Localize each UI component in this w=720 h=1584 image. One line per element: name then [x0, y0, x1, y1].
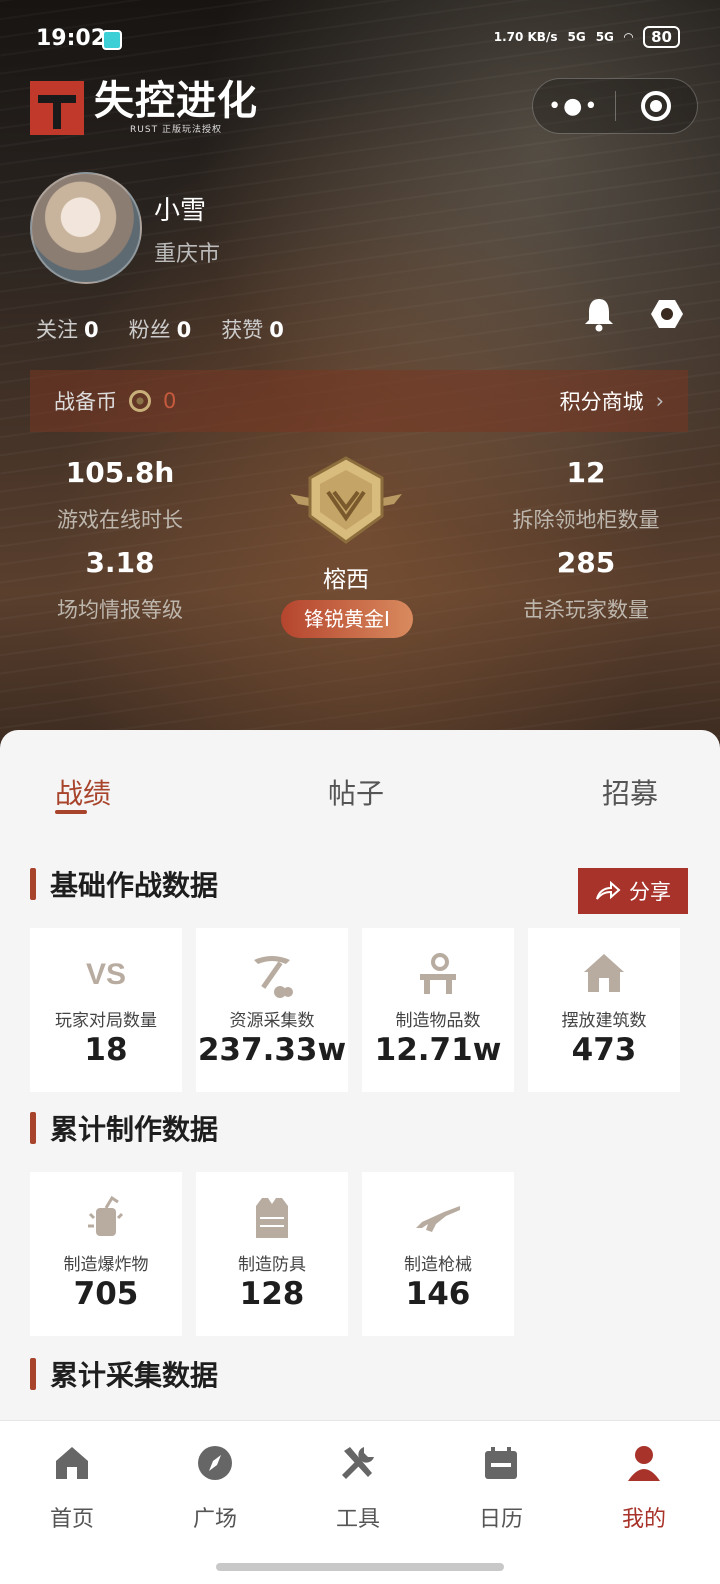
- intel-level-value: 3.18: [85, 546, 155, 579]
- share-icon: [596, 881, 621, 900]
- rank-badge: 锋锐黄金I: [281, 600, 413, 638]
- tab-record[interactable]: 战绩: [55, 772, 111, 812]
- nav-mine[interactable]: 我的: [594, 1443, 694, 1533]
- nav-square[interactable]: 广场: [165, 1443, 265, 1533]
- home-icon: [56, 1447, 88, 1479]
- avatar[interactable]: [30, 172, 142, 284]
- user-name: 小雪: [154, 196, 207, 226]
- tools-icon: [342, 1447, 374, 1479]
- coin-label: 战备币: [54, 390, 117, 414]
- players-killed-label: 击杀玩家数量: [523, 598, 649, 622]
- tab-active-indicator: [55, 810, 87, 814]
- likes-count[interactable]: 获赞 0: [221, 314, 284, 344]
- online-hours-value: 105.8h: [65, 456, 175, 489]
- close-miniprogram-icon[interactable]: [616, 91, 698, 121]
- tab-recruit[interactable]: 招募: [602, 772, 658, 812]
- house-icon: [584, 954, 624, 992]
- signal-2: 5G: [595, 30, 614, 44]
- chevron-right-icon: ›: [655, 389, 664, 413]
- user-city: 重庆市: [154, 242, 221, 267]
- nav-home[interactable]: 首页: [22, 1443, 122, 1533]
- coin-icon: [129, 390, 151, 412]
- following-count[interactable]: 关注 0: [36, 314, 99, 344]
- player-region: 榕西: [323, 567, 369, 593]
- signal-1: 5G: [567, 30, 586, 44]
- app-logo: 失控进化 RUST 正版玩法授权: [30, 80, 258, 135]
- coin-bar: 战备币 0 积分商城 ›: [30, 370, 688, 432]
- home-indicator[interactable]: [216, 1563, 504, 1571]
- logo-title: 失控进化: [94, 78, 258, 124]
- status-indicators: 1.70 KB/s 5G 5G ◠ 80: [494, 26, 680, 48]
- bell-icon[interactable]: [582, 296, 616, 332]
- points-shop-link[interactable]: 积分商城 ›: [560, 386, 664, 416]
- status-time: 19:02: [36, 26, 107, 51]
- battery-icon: 80: [643, 26, 680, 48]
- stat-card-guns[interactable]: 制造枪械 146: [362, 1172, 514, 1336]
- rank-badge-icon[interactable]: [290, 456, 402, 546]
- fans-count[interactable]: 粉丝 0: [129, 314, 192, 344]
- vs-icon: VS: [86, 958, 126, 991]
- stat-card-armor[interactable]: 制造防具 128: [196, 1172, 348, 1336]
- net-speed: 1.70 KB/s: [493, 30, 558, 44]
- bottom-nav: 首页 广场 工具 日历 我的: [0, 1420, 720, 1584]
- stat-card-explosives[interactable]: 制造爆炸物 705: [30, 1172, 182, 1336]
- crafting-icon: [420, 953, 456, 994]
- nav-calendar[interactable]: 日历: [451, 1443, 551, 1533]
- social-counts: 关注 0 粉丝 0 获赞 0: [36, 314, 284, 344]
- profile-tabs: 战绩 帖子 招募: [0, 772, 720, 822]
- stat-card-buildings[interactable]: 摆放建筑数 473: [528, 928, 680, 1092]
- calendar-icon: [485, 1447, 517, 1479]
- players-killed-value: 285: [556, 546, 616, 579]
- cabinets-removed-value: 12: [566, 456, 606, 489]
- rifle-icon: [416, 1206, 460, 1232]
- wifi-icon: ◠: [623, 30, 634, 44]
- cabinets-removed-label: 拆除领地柜数量: [512, 508, 660, 532]
- settings-hex-icon[interactable]: [650, 298, 684, 330]
- section-title-craft: 累计制作数据: [30, 1108, 218, 1148]
- armor-vest-icon: [256, 1198, 288, 1238]
- share-button[interactable]: 分享: [578, 868, 688, 914]
- coin-value: 0: [163, 389, 177, 413]
- explosive-icon: [88, 1195, 124, 1236]
- svg-text:VS: VS: [86, 958, 126, 991]
- intel-level-label: 场均情报等级: [57, 598, 183, 622]
- compass-icon: [198, 1446, 232, 1480]
- section-title-gather: 累计采集数据: [30, 1354, 218, 1394]
- app-notification-icon: [102, 30, 122, 50]
- miniprogram-capsule: •●•: [532, 78, 698, 134]
- pickaxe-icon: [254, 956, 293, 998]
- online-hours-label: 游戏在线时长: [57, 508, 183, 532]
- more-dots-icon[interactable]: •●•: [533, 94, 615, 119]
- content-sheet: 战绩 帖子 招募 基础作战数据 分享 VS 玩家对局数量 18 资源采集数 23…: [0, 730, 720, 1422]
- logo-mark-icon: [30, 80, 84, 135]
- stat-card-resources[interactable]: 资源采集数 237.33w: [196, 928, 348, 1092]
- profile-icon: [628, 1446, 660, 1481]
- tab-posts[interactable]: 帖子: [328, 772, 384, 812]
- stat-card-crafted[interactable]: 制造物品数 12.71w: [362, 928, 514, 1092]
- stat-card-matches[interactable]: VS 玩家对局数量 18: [30, 928, 182, 1092]
- nav-tools[interactable]: 工具: [308, 1443, 408, 1533]
- section-title-basic: 基础作战数据: [30, 864, 218, 904]
